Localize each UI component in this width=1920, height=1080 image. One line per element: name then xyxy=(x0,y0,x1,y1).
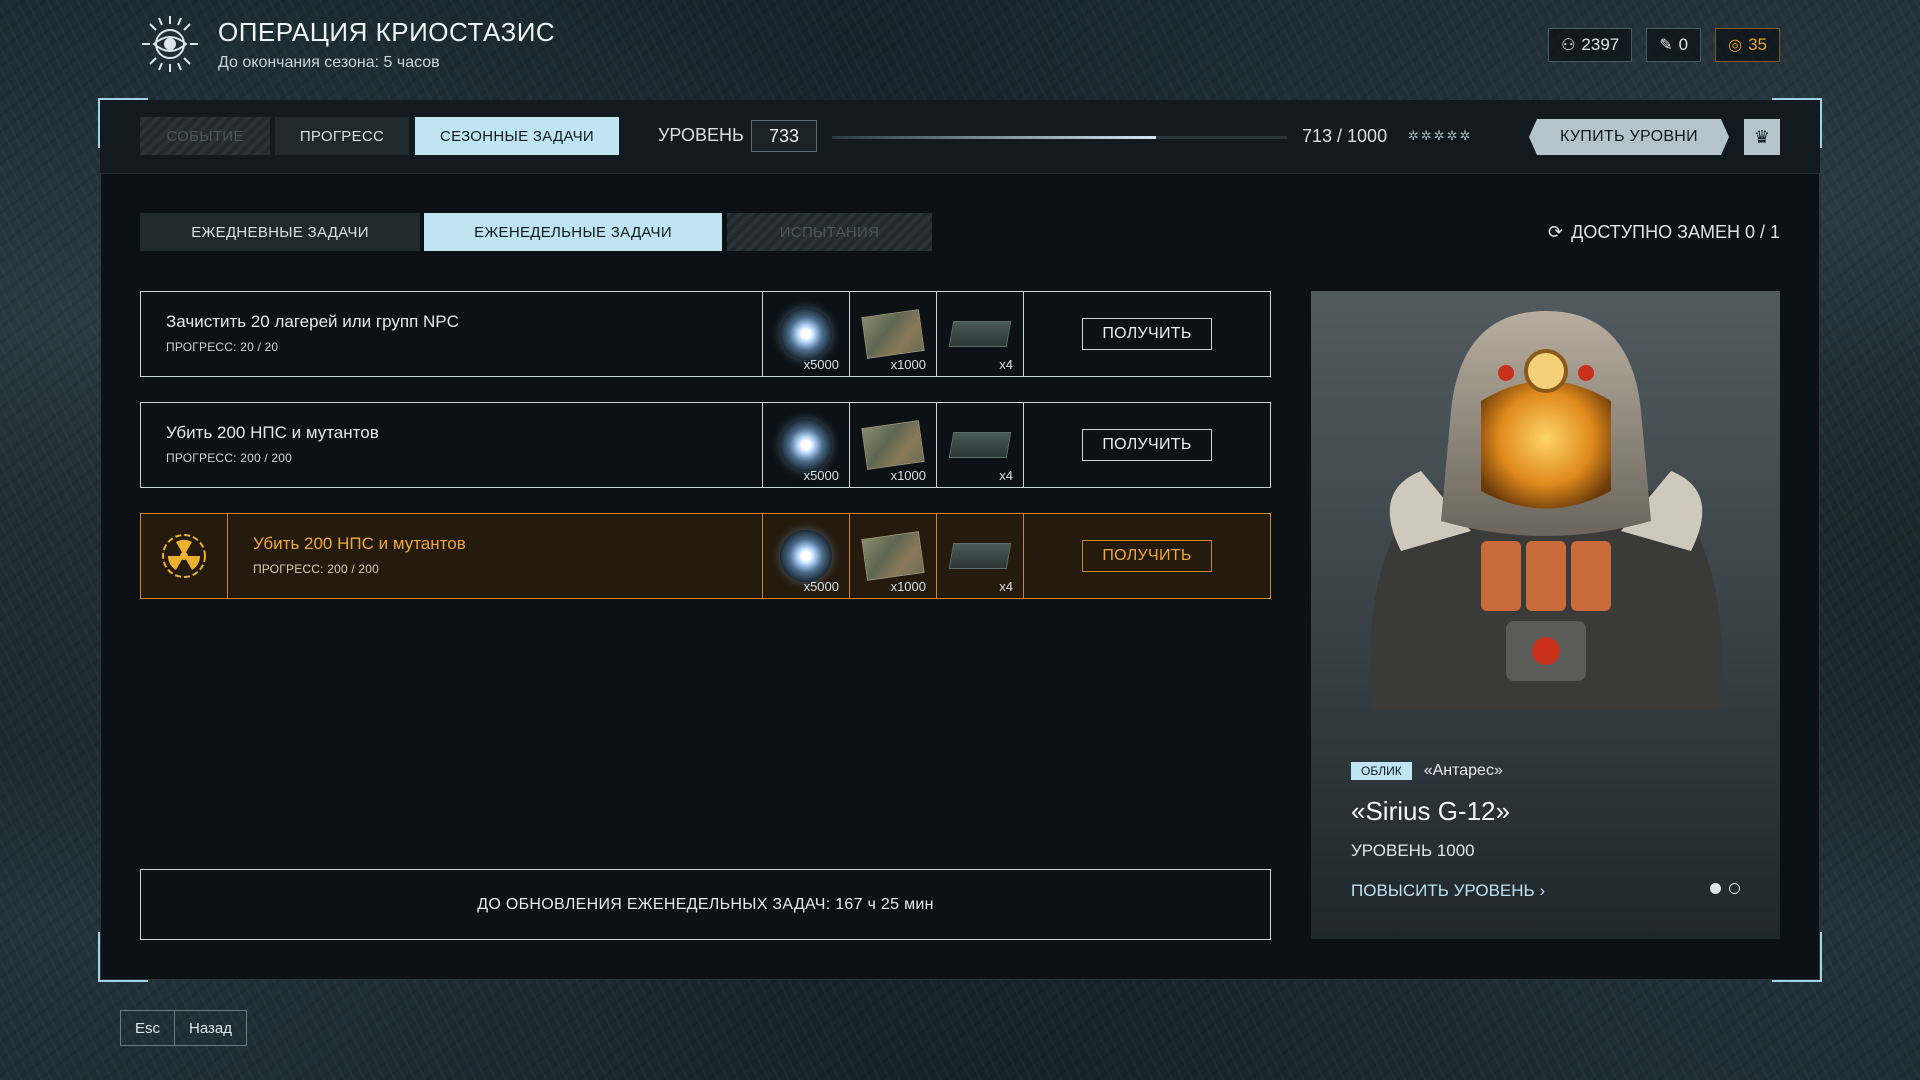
reward-quantity: x4 xyxy=(999,579,1013,594)
header: ОПЕРАЦИЯ КРИОСТАЗИС До окончания сезона:… xyxy=(140,14,555,74)
carousel-dot[interactable] xyxy=(1710,883,1721,894)
xp-progress-bar xyxy=(832,136,1287,139)
reward-crate[interactable]: x4 xyxy=(936,403,1023,487)
season-countdown: До окончания сезона: 5 часов xyxy=(218,53,440,71)
currency-crowd[interactable]: ⚇ 2397 xyxy=(1548,28,1633,62)
energy-orb-icon xyxy=(780,308,832,360)
reward-energy[interactable]: x5000 xyxy=(762,403,849,487)
crown-icon: ♛ xyxy=(1753,126,1771,147)
tab-progress[interactable]: ПРОГРЕСС xyxy=(275,117,409,155)
frame-corner xyxy=(1772,932,1822,982)
reward-quantity: x1000 xyxy=(890,468,926,483)
crate-icon xyxy=(948,543,1012,569)
reward-quantity: x5000 xyxy=(803,468,839,483)
task-progress: ПРОГРЕСС: 200 / 200 xyxy=(253,562,380,576)
map-icon xyxy=(861,420,925,470)
claim-button[interactable]: ПОЛУЧИТЬ xyxy=(1082,318,1212,350)
reward-map[interactable]: x1000 xyxy=(849,514,936,598)
energy-orb-icon xyxy=(780,530,832,582)
swaps-text: ДОСТУПНО ЗАМЕН 0 / 1 xyxy=(1571,222,1780,242)
currency-tickets[interactable]: ✎ 0 xyxy=(1646,28,1702,62)
reward-quantity: x4 xyxy=(999,468,1013,483)
radiation-icon xyxy=(162,534,206,578)
level-stars: ✲✲✲✲✲ xyxy=(1408,128,1473,143)
ticket-icon: ✎ xyxy=(1659,37,1673,54)
task-progress: ПРОГРЕСС: 200 / 200 xyxy=(166,451,293,465)
upgrade-level-link[interactable]: ПОВЫСИТЬ УРОВЕНЬ › xyxy=(1351,881,1545,901)
skin-level: УРОВЕНЬ 1000 xyxy=(1351,841,1475,860)
carousel-dot[interactable] xyxy=(1729,883,1740,894)
reward-quantity: x5000 xyxy=(803,357,839,372)
swaps-available[interactable]: ⟳ ДОСТУПНО ЗАМЕН 0 / 1 xyxy=(1548,222,1780,243)
crate-icon xyxy=(948,432,1012,458)
reward-quantity: x1000 xyxy=(890,357,926,372)
footer-hints: Esc Назад xyxy=(120,1010,247,1046)
reward-energy[interactable]: x5000 xyxy=(762,514,849,598)
map-icon xyxy=(861,531,925,581)
crowd-icon: ⚇ xyxy=(1561,37,1576,54)
skin-subtitle: «Антарес» xyxy=(1423,762,1503,779)
task-row: Убить 200 НПС и мутантов ПРОГРЕСС: 200 /… xyxy=(140,402,1271,488)
map-icon xyxy=(861,309,925,359)
back-button[interactable]: Назад xyxy=(175,1010,247,1046)
currency-value: 35 xyxy=(1748,35,1767,54)
reward-map[interactable]: x1000 xyxy=(849,403,936,487)
xp-progress-fill xyxy=(832,136,1157,139)
currency-gold[interactable]: ◎ 35 xyxy=(1715,28,1780,62)
currency-value: 0 xyxy=(1678,35,1689,54)
skin-tag-badge: ОБЛИК xyxy=(1351,762,1412,780)
energy-orb-icon xyxy=(780,419,832,471)
tab-trials: ИСПЫТАНИЯ xyxy=(727,213,932,251)
task-title: Убить 200 НПС и мутантов xyxy=(166,423,379,442)
level-label: УРОВЕНЬ xyxy=(658,125,744,145)
gold-coin-icon: ◎ xyxy=(1728,37,1743,54)
level-value: 733 xyxy=(751,120,817,152)
premium-button[interactable]: ♛ xyxy=(1744,119,1780,155)
crate-icon xyxy=(948,321,1012,347)
reward-preview-card: ОБЛИК «Антарес» «Sirius G-12» УРОВЕНЬ 10… xyxy=(1311,291,1780,939)
buy-levels-button[interactable]: КУПИТЬ УРОВНИ xyxy=(1529,119,1729,155)
task-row-premium: Убить 200 НПС и мутантов ПРОГРЕСС: 200 /… xyxy=(140,513,1271,599)
claim-button[interactable]: ПОЛУЧИТЬ xyxy=(1082,540,1212,572)
task-title: Зачистить 20 лагерей или групп NPC xyxy=(166,312,459,331)
task-row: Зачистить 20 лагерей или групп NPC ПРОГР… xyxy=(140,291,1271,377)
reward-energy[interactable]: x5000 xyxy=(762,292,849,376)
tab-daily-tasks[interactable]: ЕЖЕДНЕВНЫЕ ЗАДАЧИ xyxy=(140,213,420,251)
reward-crate[interactable]: x4 xyxy=(936,514,1023,598)
carousel-dots xyxy=(1710,883,1740,894)
reward-quantity: x5000 xyxy=(803,579,839,594)
task-progress: ПРОГРЕСС: 20 / 20 xyxy=(166,340,279,354)
reward-crate[interactable]: x4 xyxy=(936,292,1023,376)
esc-key[interactable]: Esc xyxy=(120,1010,175,1046)
currency-value: 2397 xyxy=(1581,35,1620,54)
task-title: Убить 200 НПС и мутантов xyxy=(253,534,466,553)
character-skin-image xyxy=(1369,311,1723,711)
currency-bar: ⚇ 2397 ✎ 0 ◎ 35 xyxy=(1548,28,1780,62)
refresh-icon: ⟳ xyxy=(1548,222,1564,242)
reward-quantity: x1000 xyxy=(890,579,926,594)
tab-event: СОБЫТИЕ xyxy=(140,117,270,155)
tab-weekly-tasks[interactable]: ЕЖЕНЕДЕЛЬНЫЕ ЗАДАЧИ xyxy=(424,213,722,251)
page-title: ОПЕРАЦИЯ КРИОСТАЗИС xyxy=(218,16,556,47)
reward-map[interactable]: x1000 xyxy=(849,292,936,376)
skin-name: «Sirius G-12» xyxy=(1351,796,1510,826)
chevron-right-icon: › xyxy=(1539,881,1546,900)
eye-sun-logo-icon xyxy=(142,16,198,72)
tab-seasonal-tasks[interactable]: СЕЗОННЫЕ ЗАДАЧИ xyxy=(415,117,619,155)
claim-button[interactable]: ПОЛУЧИТЬ xyxy=(1082,429,1212,461)
xp-text: 713 / 1000 xyxy=(1302,126,1388,146)
upgrade-level-label: ПОВЫСИТЬ УРОВЕНЬ xyxy=(1351,881,1535,900)
reward-quantity: x4 xyxy=(999,357,1013,372)
weekly-refresh-timer: ДО ОБНОВЛЕНИЯ ЕЖЕНЕДЕЛЬНЫХ ЗАДАЧ: 167 ч … xyxy=(140,869,1271,940)
